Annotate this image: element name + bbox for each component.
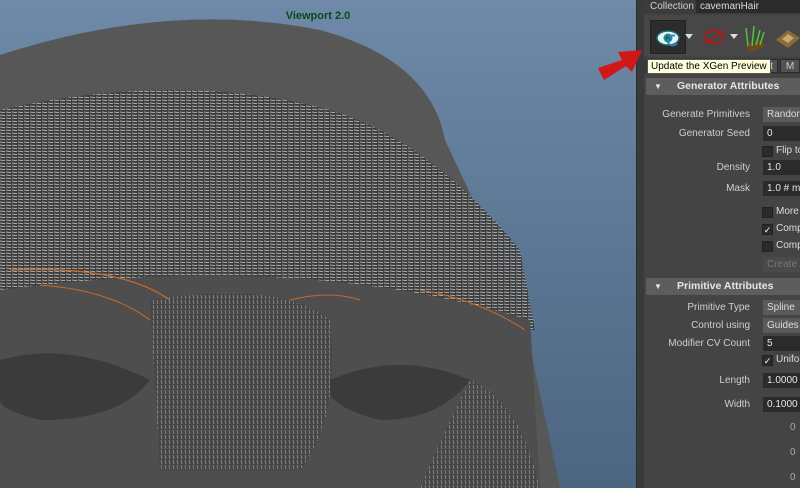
primitive-attributes-header[interactable]: ▼ Primitive Attributes — [646, 278, 800, 295]
width-field[interactable]: 0.1000 — [763, 397, 800, 412]
tab-modifiers[interactable]: M — [780, 59, 800, 73]
control-using-dropdown[interactable]: Guides — [763, 318, 800, 333]
modifier-cv-count-field[interactable]: 5 — [763, 336, 800, 351]
preview-options-dropdown[interactable] — [684, 20, 694, 54]
uniform-label: Unifor — [776, 354, 800, 365]
red-arrow-icon — [598, 50, 642, 80]
control-using-label: Control using — [691, 320, 750, 331]
mask-label: Mask — [726, 183, 750, 194]
generator-seed-field[interactable]: 0 — [763, 126, 800, 141]
generate-primitives-label: Generate Primitives — [662, 109, 750, 120]
grass-primitives-icon — [744, 25, 766, 52]
compensate-label-2: Compe — [776, 240, 800, 251]
collection-label: Collection — [650, 1, 694, 12]
generator-attributes-header[interactable]: ▼ Generator Attributes — [646, 78, 800, 95]
more-label: More I — [776, 206, 800, 217]
collection-row: Collection cavemanHair — [644, 0, 800, 14]
compensate-label-1: Compe — [776, 223, 800, 234]
extra-value-1[interactable]: 0 — [790, 422, 796, 433]
mask-field[interactable]: 1.0 # ma — [763, 181, 800, 196]
extra-value-3[interactable]: 0 — [790, 472, 796, 483]
collection-dropdown[interactable]: cavemanHair — [696, 0, 800, 13]
flip-label: Flip to — [776, 145, 800, 156]
clear-preview-icon — [703, 30, 725, 44]
length-label: Length — [719, 375, 750, 386]
uniform-checkbox[interactable]: ✓ — [762, 355, 773, 366]
paint-button[interactable] — [772, 20, 800, 54]
primitive-type-label: Primitive Type — [687, 302, 750, 313]
density-label: Density — [716, 162, 750, 173]
tooltip: Update the XGen Preview — [647, 59, 771, 74]
create-button[interactable]: Create Pa — [763, 257, 800, 272]
length-field[interactable]: 1.0000 — [763, 373, 800, 388]
generate-primitives-dropdown[interactable]: Randoml — [763, 107, 800, 122]
grass-button[interactable] — [740, 20, 770, 54]
xgen-toolbar — [644, 16, 800, 56]
width-label: Width — [724, 399, 750, 410]
compensate-checkbox-2[interactable] — [762, 241, 773, 252]
paint-tool-icon — [776, 30, 800, 48]
chevron-down-icon — [685, 34, 693, 39]
xgen-panel: Collection cavemanHair t M Update the XG… — [644, 0, 800, 488]
generator-seed-label: Generator Seed — [678, 128, 750, 139]
collapse-icon: ▼ — [654, 82, 662, 91]
clear-preview-button[interactable] — [696, 20, 732, 54]
clear-options-dropdown[interactable] — [729, 20, 739, 54]
more-checkbox[interactable] — [762, 207, 773, 218]
update-preview-button[interactable] — [650, 20, 686, 54]
head-render — [0, 19, 560, 488]
primitive-type-dropdown[interactable]: Spline — [763, 300, 800, 315]
chevron-down-icon — [730, 34, 738, 39]
viewport-title: Viewport 2.0 — [285, 10, 351, 22]
compensate-checkbox-1[interactable]: ✓ — [762, 224, 773, 235]
preview-eye-icon — [656, 30, 680, 47]
viewport-panel[interactable]: Viewport 2.0 — [0, 0, 636, 488]
flip-checkbox[interactable] — [762, 146, 773, 157]
modifier-cv-count-label: Modifier CV Count — [668, 338, 750, 349]
extra-value-2[interactable]: 0 — [790, 447, 796, 458]
density-field[interactable]: 1.0 — [763, 160, 800, 175]
collapse-icon: ▼ — [654, 282, 662, 291]
